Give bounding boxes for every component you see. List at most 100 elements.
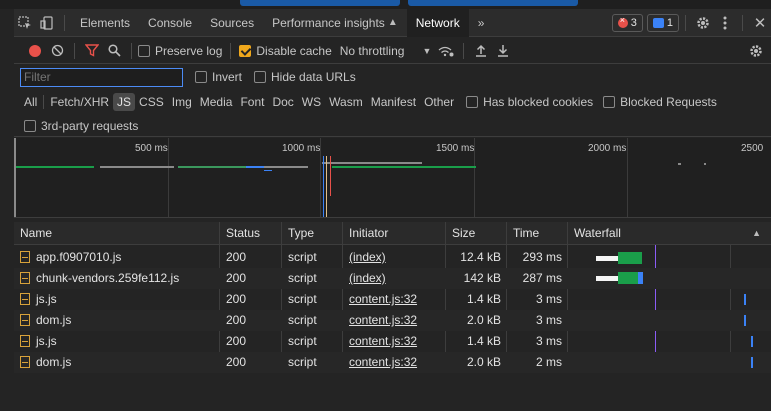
timeline-tick-label: 2500 — [741, 143, 764, 154]
initiator-link[interactable]: content.js:32 — [349, 313, 417, 327]
device-toolbar-icon[interactable] — [36, 9, 58, 37]
timeline-bar — [16, 166, 94, 168]
blocked-requests-checkbox[interactable]: Blocked Requests — [603, 95, 717, 109]
load-event-line — [326, 156, 327, 217]
clear-icon[interactable] — [46, 44, 68, 57]
type-filter-ws[interactable]: WS — [298, 93, 325, 111]
waterfall-bar — [744, 315, 746, 326]
dropdown-arrow-icon: ▼ — [422, 45, 432, 56]
search-icon[interactable] — [103, 44, 125, 57]
type-filter-img[interactable]: Img — [168, 93, 196, 111]
invert-checkbox[interactable]: Invert — [195, 70, 242, 84]
cell-initiator: content.js:32 — [343, 331, 446, 352]
more-tabs-button[interactable]: » — [469, 9, 494, 37]
cell-name: chunk-vendors.259fe112.js — [14, 268, 220, 289]
type-filter-other[interactable]: Other — [420, 93, 458, 111]
tab-network[interactable]: Network — [406, 8, 469, 37]
record-icon[interactable] — [24, 44, 46, 57]
checkbox-box[interactable] — [466, 96, 479, 108]
type-filter-js[interactable]: JS — [113, 93, 136, 111]
timeline-bar — [332, 166, 476, 168]
resource-type-filter-bar: All Fetch/XHR JS CSS Img Media Font Doc … — [14, 90, 771, 114]
initiator-link[interactable]: (index) — [349, 250, 386, 264]
inspect-element-icon[interactable] — [14, 9, 36, 37]
column-header-time[interactable]: Time — [507, 222, 568, 245]
timeline-bar — [322, 162, 422, 164]
filter-bar: Invert Hide data URLs — [14, 65, 771, 89]
table-row[interactable]: js.js 200 script content.js:32 1.4 kB 3 … — [14, 289, 771, 310]
timeline-bar — [264, 166, 308, 168]
cell-type: script — [288, 334, 317, 348]
network-overview-timeline[interactable]: 500 ms 1000 ms 1500 ms 2000 ms 2500 — [14, 138, 771, 218]
table-row[interactable]: dom.js 200 script content.js:32 2.0 kB 3… — [14, 310, 771, 331]
tab-performance-insights[interactable]: Performance insights ▲ — [263, 9, 407, 37]
timeline-gridline — [168, 138, 169, 217]
tab-console[interactable]: Console — [139, 9, 201, 37]
cell-name: dom.js — [14, 310, 220, 331]
cell-type: script — [288, 271, 317, 285]
network-settings-gear-icon[interactable] — [745, 44, 767, 58]
cell-status: 200 — [226, 355, 247, 369]
close-devtools-icon[interactable]: ✕ — [749, 9, 771, 37]
checkbox-box[interactable] — [603, 96, 616, 108]
column-header-initiator[interactable]: Initiator — [343, 222, 446, 245]
filter-icon[interactable] — [81, 44, 103, 57]
tab-elements[interactable]: Elements — [71, 9, 139, 37]
third-party-requests-checkbox[interactable]: 3rd-party requests — [24, 119, 138, 133]
type-filter-all[interactable]: All — [20, 93, 41, 111]
type-filter-manifest[interactable]: Manifest — [367, 93, 420, 111]
message-icon — [652, 17, 664, 28]
error-count-badge[interactable]: 3 — [611, 13, 643, 32]
checkbox-box[interactable] — [239, 44, 252, 57]
settings-gear-icon[interactable] — [692, 9, 714, 37]
timeline-handle[interactable] — [14, 138, 16, 217]
hide-data-urls-checkbox[interactable]: Hide data URLs — [254, 70, 356, 84]
tab-label: Sources — [210, 15, 255, 30]
cell-initiator: (index) — [343, 268, 446, 289]
requests-table: Name Status Type Initiator Size Time Wat… — [14, 222, 771, 411]
timeline-bar — [100, 166, 174, 168]
column-header-status[interactable]: Status — [220, 222, 282, 245]
checkbox-box[interactable] — [195, 71, 207, 83]
column-header-waterfall[interactable]: Waterfall — [568, 222, 771, 245]
import-har-icon[interactable] — [470, 44, 492, 57]
initiator-link[interactable]: content.js:32 — [349, 355, 417, 369]
column-header-type[interactable]: Type — [282, 222, 343, 245]
table-row[interactable]: app.f0907010.js 200 script (index) 12.4 … — [14, 247, 771, 268]
more-options-icon[interactable] — [714, 9, 736, 37]
type-filter-font[interactable]: Font — [236, 93, 268, 111]
table-row[interactable]: dom.js 200 script content.js:32 2.0 kB 2… — [14, 352, 771, 373]
initiator-link[interactable]: content.js:32 — [349, 292, 417, 306]
table-row[interactable]: js.js 200 script content.js:32 1.4 kB 3 … — [14, 331, 771, 352]
type-filter-media[interactable]: Media — [196, 93, 237, 111]
hide-data-urls-label: Hide data URLs — [271, 70, 356, 84]
disable-cache-checkbox[interactable]: Disable cache — [239, 44, 332, 58]
table-row[interactable]: chunk-vendors.259fe112.js 200 script (in… — [14, 268, 771, 289]
filter-input[interactable] — [20, 67, 183, 87]
export-har-icon[interactable] — [492, 44, 514, 57]
timeline-gridline — [627, 138, 628, 217]
preserve-log-checkbox[interactable]: Preserve log — [138, 44, 222, 58]
checkbox-box[interactable] — [138, 44, 150, 57]
column-header-name[interactable]: Name — [14, 222, 220, 245]
script-file-icon — [20, 314, 30, 326]
initiator-link[interactable]: content.js:32 — [349, 334, 417, 348]
initiator-link[interactable]: (index) — [349, 271, 386, 285]
type-filter-doc[interactable]: Doc — [268, 93, 297, 111]
has-blocked-cookies-checkbox[interactable]: Has blocked cookies — [466, 95, 593, 109]
type-filter-fetch-xhr[interactable]: Fetch/XHR — [46, 93, 113, 111]
third-party-requests-label: 3rd-party requests — [41, 118, 139, 133]
cell-type: script — [288, 355, 317, 369]
network-conditions-icon[interactable] — [435, 45, 457, 57]
divider — [230, 42, 232, 59]
column-header-size[interactable]: Size — [446, 222, 507, 245]
devtools-tabs-bar: Elements Console Sources Performance ins… — [14, 8, 771, 37]
tab-sources[interactable]: Sources — [201, 9, 263, 37]
checkbox-box[interactable] — [24, 119, 36, 132]
type-filter-wasm[interactable]: Wasm — [325, 93, 367, 111]
checkbox-box[interactable] — [254, 71, 267, 83]
type-filter-css[interactable]: CSS — [135, 93, 168, 111]
throttling-select[interactable]: No throttling ▼ — [340, 44, 432, 58]
message-count-badge[interactable]: 1 — [646, 13, 679, 32]
waterfall-bar — [751, 336, 753, 347]
